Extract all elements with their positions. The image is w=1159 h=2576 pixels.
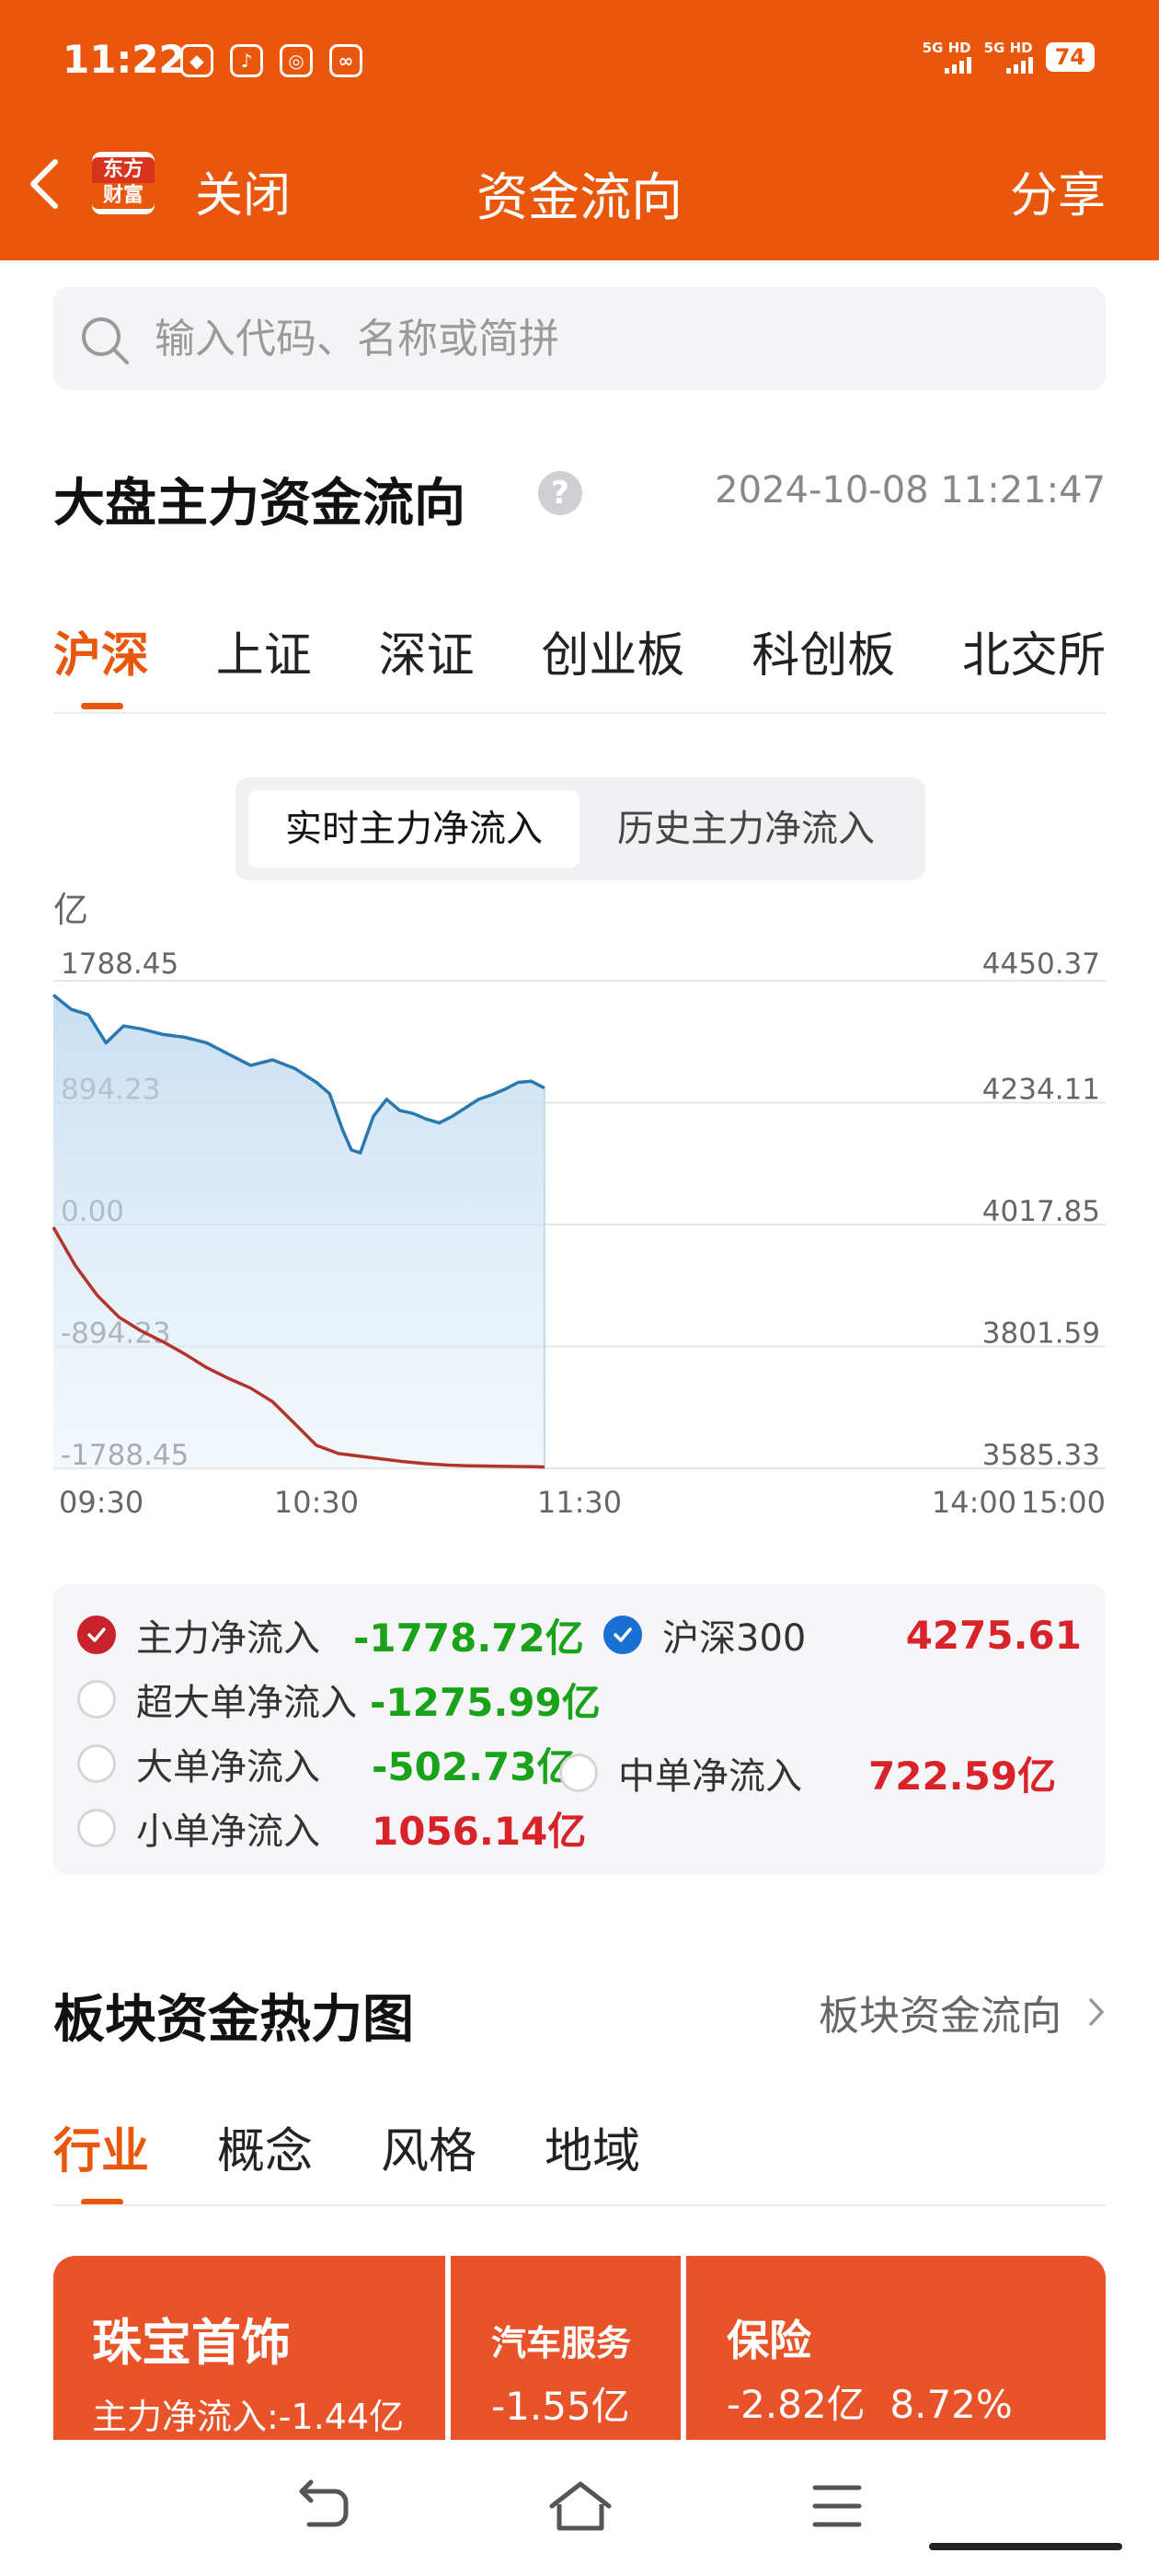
share-button[interactable]: 分享	[1010, 156, 1106, 225]
right-axis-tick: 3801.59	[982, 1317, 1100, 1351]
gesture-handle[interactable]	[929, 2543, 1122, 2550]
legend-label: 超大单净流入	[136, 1682, 357, 1724]
market-tabs: 沪深 上证 深证 创业板 科创板 北交所	[53, 616, 1106, 709]
x-axis-tick: 15:00	[1021, 1485, 1106, 1520]
heatmap-cell-name: 保险	[727, 2316, 811, 2365]
heatmap-cell-jewelry[interactable]: 珠宝首饰 主力净流入:-1.44亿	[53, 2256, 445, 2440]
back-nav-icon[interactable]	[291, 2478, 351, 2534]
x-axis-tick: 09:30	[59, 1485, 143, 1520]
legend-medium[interactable]: 中单净流入 722.59亿	[559, 1746, 1084, 1800]
help-icon[interactable]: ?	[538, 471, 582, 515]
tab-hushen[interactable]: 沪深	[53, 616, 149, 709]
heatmap-cell-value: -1.55亿	[491, 2384, 630, 2429]
page-title: 资金流向	[476, 168, 683, 228]
tab-kechuangban[interactable]: 科创板	[752, 616, 895, 685]
heatmap-cell-insurance[interactable]: 保险 -2.82亿 8.72%	[686, 2256, 1106, 2440]
legend-value: 4275.61	[905, 1612, 1082, 1658]
heatmap-cell-auto-service[interactable]: 汽车服务 -1.55亿	[451, 2256, 681, 2440]
status-time: 11:22	[63, 37, 186, 82]
battery-icon: 74	[1045, 42, 1095, 72]
legend-label: 大单净流入	[136, 1746, 320, 1788]
legend-large[interactable]: 大单净流入 -502.73亿	[77, 1737, 576, 1790]
signal-icon: 5G HD	[923, 40, 971, 74]
menu-nav-icon[interactable]	[809, 2478, 865, 2534]
heatmap-tabs-divider	[53, 2204, 1106, 2206]
legend-label: 小单净流入	[136, 1811, 320, 1853]
legend-label: 主力净流入	[136, 1617, 320, 1660]
right-axis-tick: 4017.85	[982, 1195, 1100, 1228]
heatmap-cell-name: 珠宝首饰	[92, 2314, 291, 2372]
link-icon: ∞	[329, 44, 362, 77]
right-axis-tick: 3585.33	[982, 1439, 1100, 1472]
legend-value: 1056.14亿	[372, 1808, 587, 1854]
legend-label: 中单净流入	[618, 1755, 802, 1798]
tab-shangzheng[interactable]: 上证	[216, 616, 312, 685]
tab-chuangyeban[interactable]: 创业板	[541, 616, 684, 685]
app-header: 11:22 ◆ ♪ ◎ ∞ 5G HD 5G HD 74 东方 财富 关闭 资金…	[0, 0, 1159, 260]
tab-region[interactable]: 地域	[545, 2112, 640, 2181]
history-flow-option[interactable]: 历史主力净流入	[580, 790, 912, 868]
tiktok-icon: ♪	[230, 44, 263, 77]
checkbox-unchecked-icon[interactable]	[77, 1809, 116, 1847]
legend-value: -1275.99亿	[370, 1679, 601, 1725]
fund-flow-chart[interactable]: 1788.454450.37894.234234.110.004017.85-8…	[0, 920, 1159, 1546]
tab-style[interactable]: 风格	[381, 2112, 476, 2181]
chart-legend: 主力净流入 -1778.72亿 沪深300 4275.61 超大单净流入 -12…	[53, 1584, 1106, 1875]
heatmap-tabs: 行业 概念 风格 地域	[53, 2112, 660, 2205]
legend-super-large[interactable]: 超大单净流入 -1275.99亿	[77, 1673, 601, 1726]
flow-mode-segment: 实时主力净流入 历史主力净流入	[235, 777, 925, 880]
sector-flow-link[interactable]: 板块资金流向	[819, 1983, 1106, 2041]
legend-main-inflow[interactable]: 主力净流入 -1778.72亿	[77, 1608, 584, 1662]
heatmap-cell-value: 主力净流入:-1.44亿	[92, 2397, 405, 2437]
tab-concept[interactable]: 概念	[217, 2112, 313, 2181]
status-right: 5G HD 5G HD 74	[923, 40, 1095, 74]
network-label-2: 5G HD	[983, 40, 1033, 56]
left-axis-tick: 1788.45	[61, 948, 178, 981]
legend-small[interactable]: 小单净流入 1056.14亿	[77, 1801, 586, 1855]
right-axis-tick: 4234.11	[982, 1074, 1100, 1107]
chevron-right-icon	[1089, 1998, 1105, 2026]
x-axis-tick: 10:30	[274, 1485, 359, 1520]
legend-value: -1778.72亿	[353, 1615, 584, 1661]
tab-beijiaosuo[interactable]: 北交所	[962, 616, 1106, 685]
legend-value: -502.73亿	[372, 1743, 576, 1789]
checkbox-checked-icon[interactable]	[603, 1616, 642, 1654]
status-notification-icons: ◆ ♪ ◎ ∞	[180, 44, 362, 77]
update-timestamp: 2024-10-08 11:21:47	[715, 469, 1106, 512]
search-input[interactable]	[155, 305, 1074, 372]
home-nav-icon[interactable]	[548, 2478, 613, 2534]
camera-app-icon: ◎	[280, 44, 313, 77]
legend-label: 沪深300	[662, 1617, 807, 1660]
heatmap-cell-name: 汽车服务	[491, 2323, 632, 2363]
section-title-heatmap: 板块资金热力图	[53, 1990, 414, 2050]
tabs-divider	[53, 712, 1106, 714]
network-label-1: 5G HD	[922, 40, 971, 56]
search-icon	[82, 317, 129, 364]
legend-hs300[interactable]: 沪深300 4275.61	[603, 1608, 1082, 1662]
heatmap-cell-value: -2.82亿 8.72%	[727, 2382, 1013, 2427]
checkbox-checked-icon[interactable]	[77, 1616, 116, 1654]
system-navigation-bar	[0, 2440, 1159, 2576]
section-title-market-flow: 大盘主力资金流向	[53, 474, 465, 534]
hs300-area	[53, 995, 545, 1468]
sector-flow-link-label: 板块资金流向	[819, 1993, 1061, 2040]
legend-value: 722.59亿	[868, 1753, 1057, 1799]
realtime-flow-option[interactable]: 实时主力净流入	[248, 790, 580, 868]
app-notification-icon: ◆	[180, 44, 213, 77]
signal-icon-2: 5G HD	[984, 40, 1033, 74]
x-axis-tick: 11:30	[537, 1485, 622, 1520]
x-axis-tick: 14:00	[932, 1485, 1016, 1520]
checkbox-unchecked-icon[interactable]	[559, 1754, 598, 1792]
tab-industry[interactable]: 行业	[53, 2112, 149, 2205]
checkbox-unchecked-icon[interactable]	[77, 1680, 116, 1719]
right-axis-tick: 4450.37	[982, 948, 1100, 981]
checkbox-unchecked-icon[interactable]	[77, 1744, 116, 1783]
search-bar[interactable]	[53, 287, 1106, 390]
tab-shenzheng[interactable]: 深证	[379, 616, 475, 685]
